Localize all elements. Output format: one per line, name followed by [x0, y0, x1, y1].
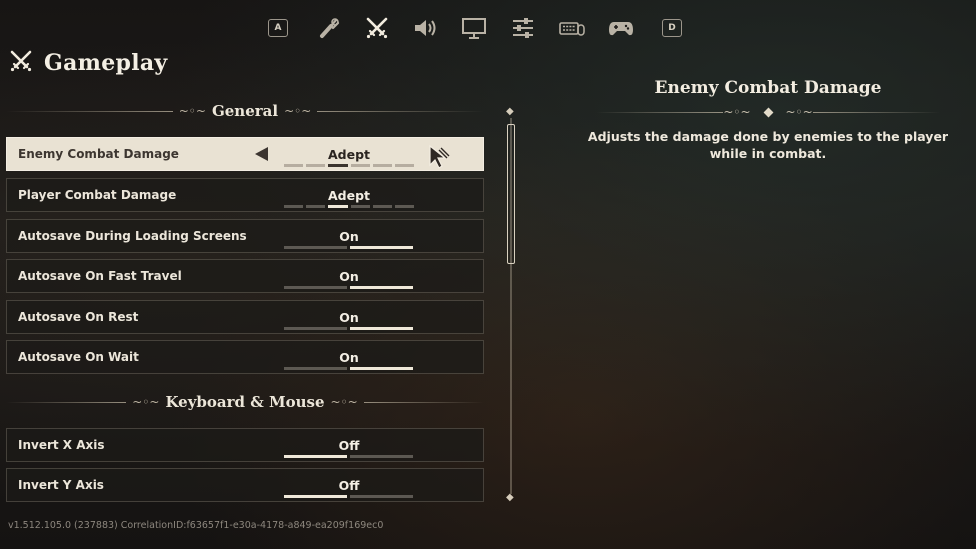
- toggle-off-segment[interactable]: [284, 286, 347, 289]
- setting-label: Invert Y Axis: [18, 478, 104, 492]
- scroll-down-icon[interactable]: ◆: [506, 492, 514, 503]
- key-a-label: A: [268, 19, 288, 37]
- decrease-arrow-icon[interactable]: [255, 147, 268, 161]
- slider-segment: [394, 205, 415, 208]
- slider-segment: [350, 164, 370, 167]
- tab-gamepad[interactable]: [605, 12, 637, 44]
- section-title: Keyboard & Mouse: [165, 393, 325, 411]
- setting-value: On: [339, 269, 359, 284]
- pointer-cursor-icon: [429, 144, 450, 169]
- description-text: Adjusts the damage done by enemies to th…: [587, 129, 949, 161]
- toggle-on-segment[interactable]: [350, 495, 413, 498]
- setting-row-invert-x-axis[interactable]: Invert X Axis Off: [6, 428, 484, 462]
- toggle-on-segment[interactable]: [350, 286, 413, 289]
- setting-value: On: [339, 229, 359, 244]
- slider-segment: [284, 164, 304, 167]
- diamond-icon: [763, 107, 773, 117]
- next-category-key[interactable]: D: [656, 12, 688, 44]
- setting-value: Off: [338, 438, 360, 453]
- setting-row-autosave-wait[interactable]: Autosave On Wait On: [6, 340, 484, 374]
- section-title: General: [211, 102, 279, 120]
- toggle-off-segment[interactable]: [284, 246, 347, 249]
- slider-segment: [394, 164, 415, 167]
- scroll-up-icon[interactable]: ◆: [506, 106, 514, 117]
- torch-icon: [320, 18, 340, 38]
- keyboard-mouse-icon: [559, 22, 585, 36]
- setting-row-enemy-combat-damage[interactable]: Enemy Combat Damage Adept: [6, 137, 484, 171]
- toggle-off-segment[interactable]: [284, 367, 347, 370]
- monitor-icon: [462, 18, 486, 39]
- ornament-right: ~◦~: [330, 395, 358, 409]
- tab-display[interactable]: [458, 12, 490, 44]
- prev-category-key[interactable]: A: [262, 12, 294, 44]
- slider-segment-active: [328, 164, 348, 167]
- key-d-label: D: [662, 19, 682, 37]
- setting-label: Enemy Combat Damage: [18, 147, 179, 161]
- toggle-on-segment[interactable]: [350, 327, 413, 330]
- setting-row-autosave-rest[interactable]: Autosave On Rest On: [6, 300, 484, 334]
- slider-segment-active: [328, 205, 348, 208]
- section-header-keyboard-mouse: ~◦~ Keyboard & Mouse ~◦~: [6, 391, 484, 413]
- setting-label: Player Combat Damage: [18, 188, 177, 202]
- toggle-off-segment[interactable]: [284, 327, 347, 330]
- setting-value: Adept: [327, 188, 371, 203]
- ornament-left: ~◦~: [132, 395, 160, 409]
- toggle-on-segment[interactable]: [350, 246, 413, 249]
- setting-value: Adept: [327, 147, 371, 162]
- ornament-right: ~◦~: [785, 105, 813, 119]
- setting-label: Autosave On Rest: [18, 310, 139, 324]
- section-header-general: ~◦~ General ~◦~: [6, 100, 484, 122]
- toggle-off-segment[interactable]: [284, 455, 347, 458]
- tab-audio[interactable]: [409, 12, 441, 44]
- toggle-on-segment[interactable]: [350, 455, 413, 458]
- tab-gameplay[interactable]: [361, 12, 393, 44]
- description-title: Enemy Combat Damage: [654, 78, 882, 98]
- speaker-icon: [415, 20, 436, 36]
- toggle-off-segment[interactable]: [284, 495, 347, 498]
- slider-segment: [306, 205, 326, 208]
- crossed-swords-icon: [366, 17, 388, 39]
- setting-value: On: [339, 350, 359, 365]
- gamepad-icon: [609, 22, 633, 36]
- setting-label: Autosave On Fast Travel: [18, 269, 182, 283]
- ornament-left: ~◦~: [178, 104, 206, 118]
- ornament-left: ~◦~: [723, 105, 751, 119]
- difficulty-slider[interactable]: [284, 164, 415, 167]
- page-header: Gameplay: [8, 48, 168, 78]
- slider-segment: [284, 205, 304, 208]
- version-info: v1.512.105.0 (237883) CorrelationID:f636…: [8, 520, 384, 531]
- tab-torch[interactable]: [313, 12, 345, 44]
- setting-row-autosave-loading[interactable]: Autosave During Loading Screens On: [6, 219, 484, 253]
- setting-label: Autosave On Wait: [18, 350, 139, 364]
- sliders-icon: [513, 18, 533, 38]
- slider-segment: [350, 205, 370, 208]
- toggle-on-segment[interactable]: [350, 367, 413, 370]
- setting-label: Autosave During Loading Screens: [18, 229, 247, 243]
- slider-segment: [306, 164, 326, 167]
- setting-value: On: [339, 310, 359, 325]
- setting-row-player-combat-damage[interactable]: Player Combat Damage Adept: [6, 178, 484, 212]
- crossed-swords-icon: [8, 48, 34, 78]
- setting-row-invert-y-axis[interactable]: Invert Y Axis Off: [6, 468, 484, 502]
- page-title: Gameplay: [44, 50, 168, 76]
- tab-keyboard[interactable]: [556, 12, 588, 44]
- difficulty-slider[interactable]: [284, 205, 415, 208]
- slider-segment: [372, 164, 392, 167]
- tab-controls[interactable]: [507, 12, 539, 44]
- description-divider: ~◦~ ~◦~: [596, 104, 940, 120]
- ornament-right: ~◦~: [284, 104, 312, 118]
- setting-value: Off: [338, 478, 360, 493]
- setting-row-autosave-fast-travel[interactable]: Autosave On Fast Travel On: [6, 259, 484, 293]
- settings-scrollbar[interactable]: ◆ ◆: [505, 106, 517, 508]
- settings-category-nav: A D: [262, 12, 692, 44]
- slider-segment: [372, 205, 392, 208]
- scroll-thumb[interactable]: [507, 124, 515, 264]
- setting-label: Invert X Axis: [18, 438, 105, 452]
